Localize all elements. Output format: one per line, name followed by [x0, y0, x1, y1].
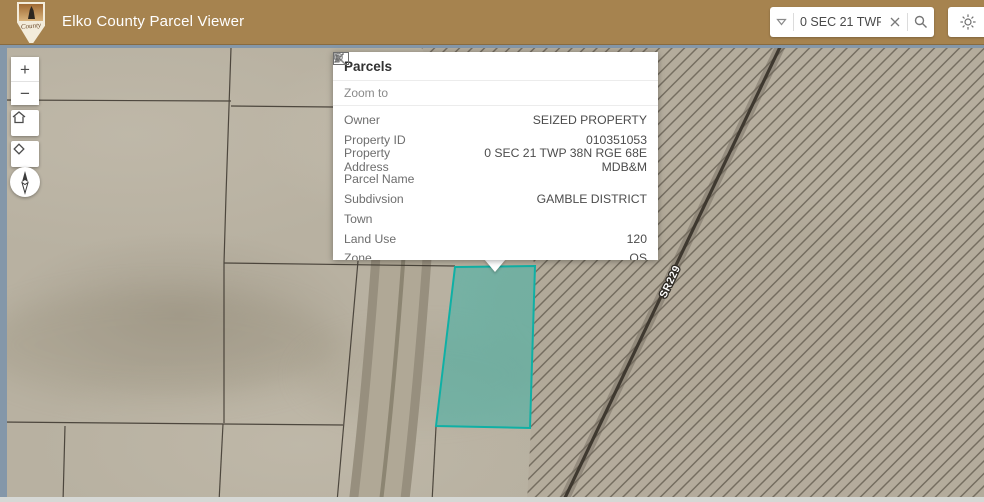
elko-county-logo: County — [17, 2, 45, 43]
search-input[interactable] — [794, 15, 883, 29]
popup-fields: Owner SEIZED PROPERTY Property ID 010351… — [333, 106, 658, 260]
field-label: Land Use — [344, 232, 396, 246]
popup-title: Parcels — [344, 59, 590, 74]
zoom-to-label: Zoom to — [344, 86, 388, 100]
gravel-road — [379, 250, 404, 502]
zoom-to-link[interactable]: Zoom to — [333, 80, 658, 106]
clear-search-button[interactable] — [883, 7, 907, 37]
search-button[interactable] — [908, 7, 934, 37]
field-row: Town — [344, 209, 647, 229]
zoom-widget: + − — [11, 57, 39, 105]
home-icon — [11, 110, 27, 124]
close-icon — [889, 16, 901, 28]
selected-parcel[interactable] — [436, 266, 535, 428]
logo-caption: County — [17, 21, 46, 32]
field-value: 120 — [627, 232, 647, 246]
popup-pointer — [484, 259, 506, 272]
parcel-popup: Parcels — [333, 52, 658, 260]
zoom-to-icon — [333, 52, 347, 66]
zoom-out-button[interactable]: − — [11, 81, 39, 105]
zoom-in-button[interactable]: + — [11, 57, 39, 81]
locate-button[interactable] — [11, 141, 39, 167]
compass-button[interactable] — [10, 167, 40, 197]
locate-icon — [11, 141, 27, 157]
field-label: Zone — [344, 251, 372, 260]
field-value: SEIZED PROPERTY — [533, 113, 647, 127]
popup-header: Parcels — [333, 52, 658, 80]
sun-icon — [959, 13, 977, 31]
field-row: Property Address 0 SEC 21 TWP 38N RGE 68… — [344, 150, 647, 170]
chevron-down-icon — [776, 18, 787, 26]
search-box — [770, 7, 934, 37]
field-row: Zone OS — [344, 249, 647, 260]
field-row: Owner SEIZED PROPERTY — [344, 110, 647, 130]
sunshade-button[interactable] — [948, 7, 984, 37]
field-label: Owner — [344, 113, 380, 127]
field-value: 0 SEC 21 TWP 38N RGE 68E MDB&M — [437, 146, 647, 174]
field-label: Town — [344, 212, 372, 226]
field-label: Subdivsion — [344, 192, 404, 206]
home-button[interactable] — [11, 110, 39, 136]
field-label: Parcel Name — [344, 172, 414, 186]
compass-needle-icon — [10, 167, 40, 197]
map-canvas[interactable]: SR229 + − Parcels — [0, 45, 984, 502]
app-header: County Elko County Parcel Viewer — [0, 0, 984, 45]
search-icon — [914, 15, 928, 29]
field-value: OS — [629, 251, 647, 260]
page-title: Elko County Parcel Viewer — [62, 13, 244, 30]
field-row: Subdivsion GAMBLE DISTRICT — [344, 189, 647, 209]
field-value: GAMBLE DISTRICT — [537, 192, 647, 206]
field-label: Property Address — [344, 146, 437, 174]
field-row: Land Use 120 — [344, 229, 647, 249]
search-source-dropdown[interactable] — [770, 7, 793, 37]
